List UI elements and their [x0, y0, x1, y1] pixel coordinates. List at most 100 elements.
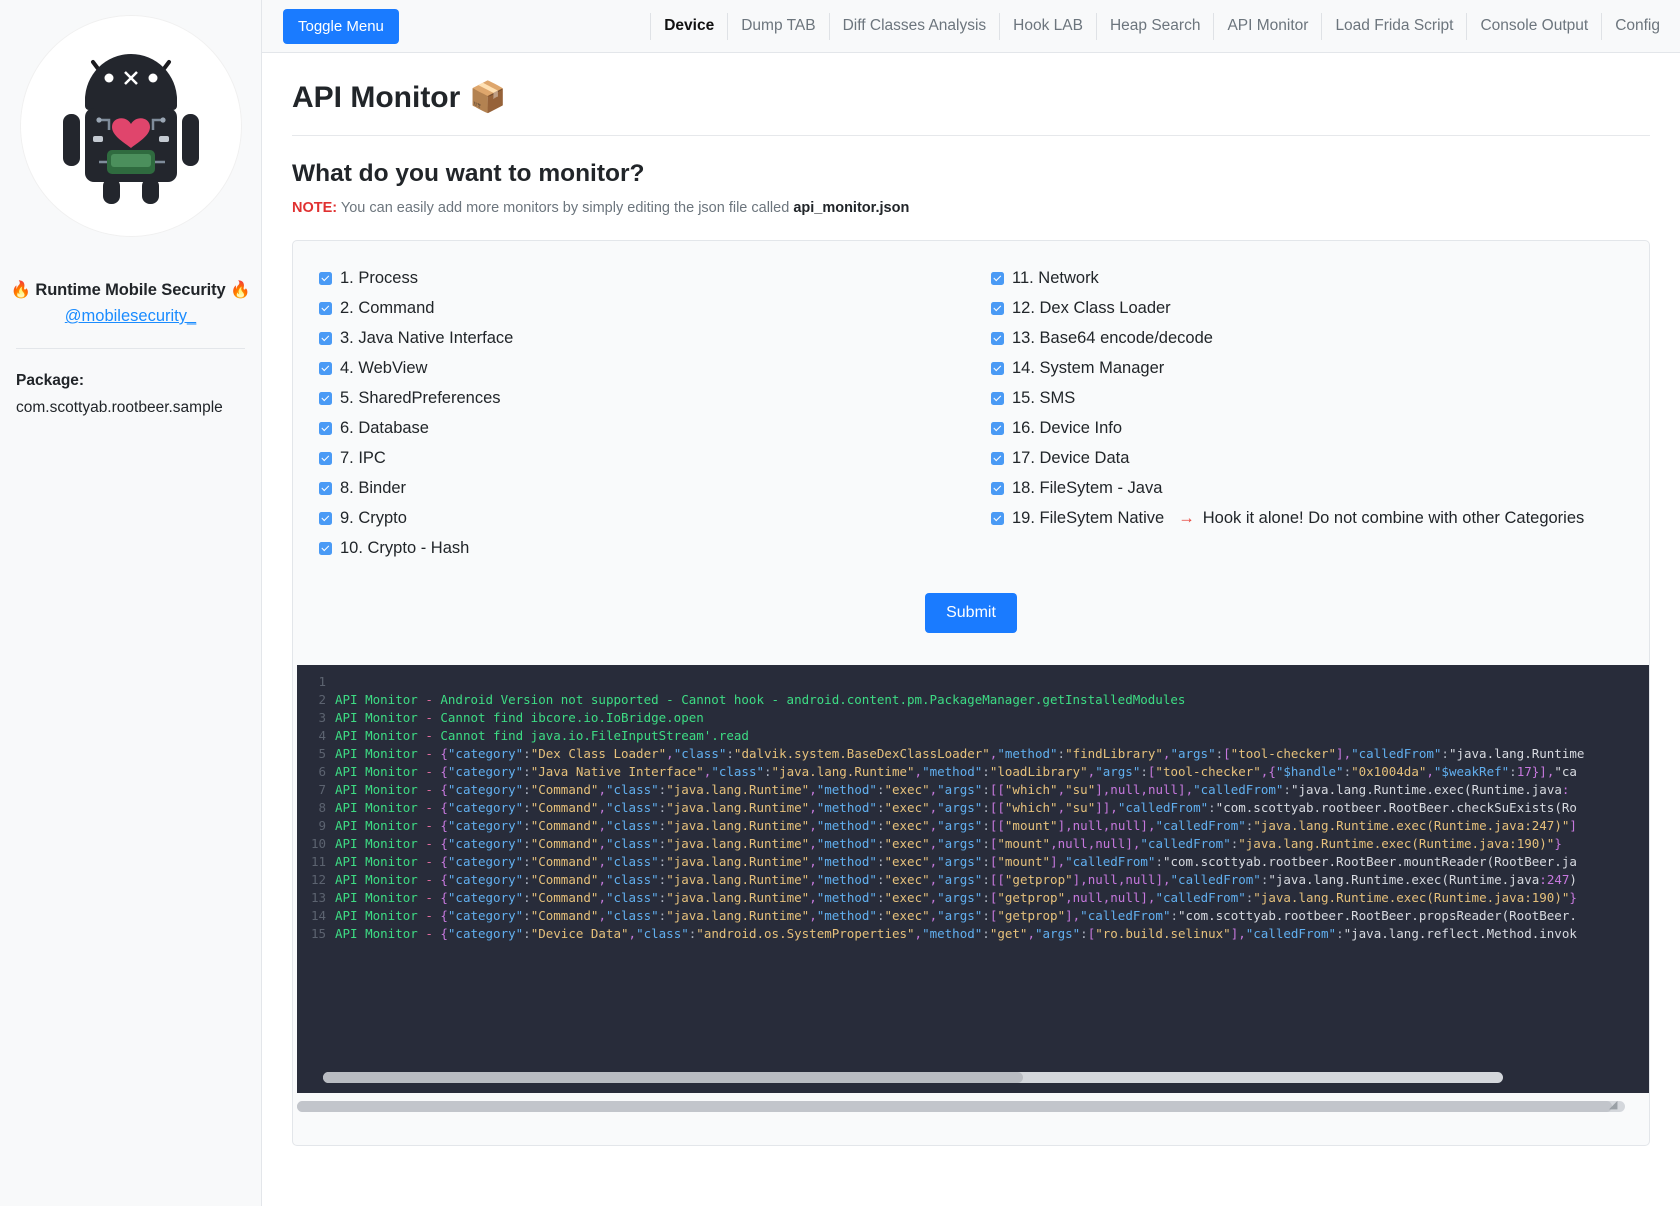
package-label: Package:	[16, 372, 85, 389]
console-line-text: API Monitor - Cannot find ibcore.io.IoBr…	[335, 710, 704, 725]
monitor-row[interactable]: 19. FileSytem Native → Hook it alone! Do …	[991, 503, 1649, 533]
package-block: Package: com.scottyab.rootbeer.sample	[16, 372, 245, 417]
monitor-label: 4. WebView	[340, 358, 428, 377]
nav-tabs: Device Dump TAB Diff Classes Analysis Hook …	[650, 0, 1662, 52]
console-wrapper: 1 2 API Monitor - Android Version not supp…	[297, 665, 1649, 1093]
monitor-row[interactable]: 5. SharedPreferences	[319, 383, 971, 413]
checkbox-checked-icon[interactable]	[991, 421, 1004, 435]
console-line-number: 13	[310, 890, 326, 905]
console-line-text: API Monitor - {"category":"Command","cla…	[335, 872, 1577, 887]
monitor-row[interactable]: 16. Device Info	[991, 413, 1649, 443]
console-line-number: 7	[318, 782, 326, 797]
console-line-number: 15	[310, 926, 326, 941]
console-line-text: API Monitor - Android Version not suppor…	[335, 692, 1186, 707]
monitor-row[interactable]: 17. Device Data	[991, 443, 1649, 473]
tab-config[interactable]: Config	[1601, 12, 1662, 40]
tab-api-monitor[interactable]: API Monitor	[1213, 12, 1321, 40]
checkbox-checked-icon[interactable]	[991, 391, 1004, 405]
panel-horizontal-scrollbar[interactable]: ◢	[297, 1100, 1625, 1114]
tab-load-frida-script[interactable]: Load Frida Script	[1321, 12, 1466, 40]
title-divider	[292, 135, 1650, 136]
console-line-text: API Monitor - {"category":"Command","cla…	[335, 890, 1577, 905]
checkbox-checked-icon[interactable]	[991, 481, 1004, 495]
monitor-row[interactable]: 13. Base64 encode/decode	[991, 323, 1649, 353]
checkbox-checked-icon[interactable]	[991, 361, 1004, 375]
note-filename: api_monitor.json	[793, 200, 910, 216]
console-line-number: 8	[318, 800, 326, 815]
tab-device[interactable]: Device	[650, 12, 727, 40]
checkbox-checked-icon[interactable]	[319, 391, 332, 405]
checkbox-checked-icon[interactable]	[319, 451, 332, 465]
console-line-text: API Monitor - {"category":"Command","cla…	[335, 782, 1570, 797]
console-line-number: 12	[310, 872, 326, 887]
monitor-label-suffix: Hook it alone! Do not combine with other…	[1202, 508, 1585, 527]
monitor-row[interactable]: 7. IPC	[319, 443, 971, 473]
checkbox-checked-icon[interactable]	[319, 361, 332, 375]
submit-button[interactable]: Submit	[925, 593, 1017, 633]
monitor-label: 11. Network	[1012, 268, 1099, 287]
monitor-panel: 1. Process 2. Command 3. Java Native Inter…	[292, 240, 1650, 1146]
checkbox-checked-icon[interactable]	[991, 331, 1004, 345]
monitor-row[interactable]: 11. Network	[991, 263, 1649, 293]
toggle-menu-button[interactable]: Toggle Menu	[283, 8, 399, 44]
checkbox-checked-icon[interactable]	[319, 421, 332, 435]
monitor-row[interactable]: 12. Dex Class Loader	[991, 293, 1649, 323]
monitor-row[interactable]: 3. Java Native Interface	[319, 323, 971, 353]
checkbox-checked-icon[interactable]	[319, 511, 332, 525]
tab-heap-search[interactable]: Heap Search	[1095, 12, 1213, 40]
submit-row: Submit	[293, 593, 1649, 633]
tab-console-output[interactable]: Console Output	[1466, 12, 1601, 40]
monitor-row[interactable]: 4. WebView	[319, 353, 971, 383]
console-output[interactable]: 1 2 API Monitor - Android Version not supp…	[297, 665, 1649, 1093]
monitor-row[interactable]: 18. FileSytem - Java	[991, 473, 1649, 503]
android-robot-avatar-icon	[62, 54, 199, 204]
tab-diff-classes-analysis[interactable]: Diff Classes Analysis	[828, 12, 1000, 40]
package-box-icon: 📦	[469, 81, 507, 114]
checkbox-checked-icon[interactable]	[319, 541, 332, 555]
monitor-row[interactable]: 6. Database	[319, 413, 971, 443]
monitor-row[interactable]: 2. Command	[319, 293, 971, 323]
sidebar-handle-link[interactable]: @mobilesecurity_	[65, 307, 196, 326]
monitor-row[interactable]: 9. Crypto	[319, 503, 971, 533]
console-horizontal-scrollbar[interactable]	[323, 1072, 1503, 1083]
monitor-label: 17. Device Data	[1012, 448, 1130, 467]
monitor-row[interactable]: 15. SMS	[991, 383, 1649, 413]
monitor-row[interactable]: 8. Binder	[319, 473, 971, 503]
checkbox-checked-icon[interactable]	[991, 511, 1004, 525]
console-line-number: 2	[318, 692, 326, 707]
checkbox-checked-icon[interactable]	[319, 331, 332, 345]
main-area: Toggle Menu Device Dump TAB Diff Classes A…	[262, 0, 1680, 1206]
checkbox-checked-icon[interactable]	[319, 481, 332, 495]
monitor-label: 1. Process	[340, 268, 418, 287]
checkbox-checked-icon[interactable]	[991, 271, 1004, 285]
checkbox-checked-icon[interactable]	[991, 451, 1004, 465]
console-scroll-thumb[interactable]	[323, 1072, 1023, 1083]
monitor-label: 6. Database	[340, 418, 429, 437]
panel-scroll-thumb[interactable]	[297, 1101, 1612, 1112]
checkbox-checked-icon[interactable]	[319, 271, 332, 285]
monitor-row[interactable]: 14. System Manager	[991, 353, 1649, 383]
arrow-right-icon: →	[1178, 508, 1195, 527]
console-line: 7 API Monitor - {"category":"Command","cl…	[297, 781, 1649, 799]
console-line-text: API Monitor - {"category":"Command","cla…	[335, 908, 1577, 923]
monitor-row[interactable]: 1. Process	[319, 263, 971, 293]
top-bar: Toggle Menu Device Dump TAB Diff Classes A…	[262, 0, 1680, 53]
console-line-number: 5	[318, 746, 326, 761]
console-line: 15 API Monitor - {"category":"Device Data…	[297, 925, 1649, 943]
console-line-number: 4	[318, 728, 326, 743]
tab-dump-tab[interactable]: Dump TAB	[727, 12, 828, 40]
tab-hook-lab[interactable]: Hook LAB	[999, 12, 1096, 40]
sidebar-brand: 🔥 Runtime Mobile Security 🔥	[10, 281, 251, 299]
console-line: 6 API Monitor - {"category":"Java Native …	[297, 763, 1649, 781]
section-question: What do you want to monitor?	[292, 160, 645, 187]
console-line: 1	[297, 673, 1649, 691]
checkbox-checked-icon[interactable]	[319, 301, 332, 315]
monitor-label: 10. Crypto - Hash	[340, 538, 470, 557]
checkbox-checked-icon[interactable]	[991, 301, 1004, 315]
monitor-row[interactable]: 10. Crypto - Hash	[319, 533, 971, 563]
monitor-label: 8. Binder	[340, 478, 407, 497]
console-line: 10 API Monitor - {"category":"Command","c…	[297, 835, 1649, 853]
console-line: 13 API Monitor - {"category":"Command","c…	[297, 889, 1649, 907]
resize-grip-icon[interactable]: ◢	[1609, 1100, 1623, 1114]
console-line-text: API Monitor - {"category":"Dex Class Loa…	[335, 746, 1585, 761]
